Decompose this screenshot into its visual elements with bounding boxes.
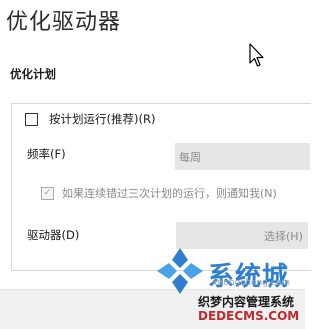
run-on-schedule-label: 按计划运行(推荐)(R)	[49, 112, 156, 126]
frequency-select[interactable]: 每周	[175, 143, 310, 170]
watermark-logo-icon	[155, 246, 205, 300]
run-on-schedule-option[interactable]: 按计划运行(推荐)(R)	[25, 111, 155, 127]
frequency-label: 频率(F)	[27, 147, 66, 161]
run-on-schedule-checkbox[interactable]	[25, 112, 38, 126]
notify-checkbox[interactable]: ✓	[41, 186, 54, 200]
notify-missed-option[interactable]: ✓ 如果连续错过三次计划的运行，则通知我(N)	[41, 185, 277, 201]
watermark-domain: xitongcheng.com	[212, 278, 290, 288]
choose-drives-button-label: 选择(H)	[264, 230, 303, 243]
watermark-tagline: 织梦内容管理系统	[198, 295, 295, 309]
drives-label: 驱动器(D)	[27, 228, 80, 242]
mouse-cursor-icon	[249, 43, 265, 73]
choose-drives-button[interactable]: 选择(H)	[176, 222, 308, 249]
frequency-value: 每周	[179, 151, 201, 164]
section-title-optimize-schedule: 优化计划	[10, 67, 56, 81]
dialog-title: 优化驱动器	[6, 10, 122, 35]
watermark-site: DEDECMS.COM	[198, 309, 300, 323]
notify-label: 如果连续错过三次计划的运行，则通知我(N)	[62, 187, 277, 200]
